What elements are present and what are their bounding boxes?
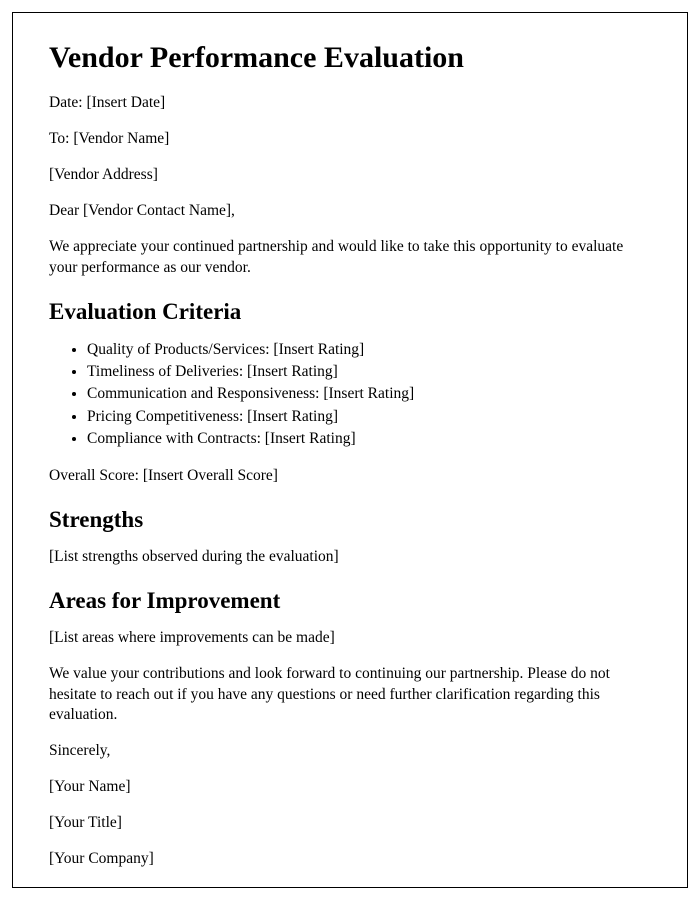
salutation: Dear [Vendor Contact Name],: [49, 201, 651, 222]
overall-score: Overall Score: [Insert Overall Score]: [49, 466, 651, 487]
improvements-heading: Areas for Improvement: [49, 588, 651, 614]
strengths-heading: Strengths: [49, 507, 651, 533]
criteria-heading: Evaluation Criteria: [49, 299, 651, 325]
to-line: To: [Vendor Name]: [49, 129, 651, 150]
document-page: Vendor Performance Evaluation Date: [Ins…: [12, 12, 688, 888]
strengths-body: [List strengths observed during the eval…: [49, 547, 651, 568]
page-title: Vendor Performance Evaluation: [49, 41, 651, 75]
list-item: Compliance with Contracts: [Insert Ratin…: [87, 428, 651, 450]
your-name: [Your Name]: [49, 777, 651, 798]
list-item: Timeliness of Deliveries: [Insert Rating…: [87, 361, 651, 383]
improvements-body: [List areas where improvements can be ma…: [49, 628, 651, 649]
intro-paragraph: We appreciate your continued partnership…: [49, 237, 651, 279]
list-item: Quality of Products/Services: [Insert Ra…: [87, 339, 651, 361]
list-item: Pricing Competitiveness: [Insert Rating]: [87, 406, 651, 428]
date-line: Date: [Insert Date]: [49, 93, 651, 114]
closing-paragraph: We value your contributions and look for…: [49, 664, 651, 727]
your-company: [Your Company]: [49, 849, 651, 870]
your-title: [Your Title]: [49, 813, 651, 834]
address-line: [Vendor Address]: [49, 165, 651, 186]
list-item: Communication and Responsiveness: [Inser…: [87, 383, 651, 405]
criteria-list: Quality of Products/Services: [Insert Ra…: [87, 339, 651, 451]
your-contact: [Your Contact Information]: [49, 885, 651, 888]
signoff: Sincerely,: [49, 741, 651, 762]
